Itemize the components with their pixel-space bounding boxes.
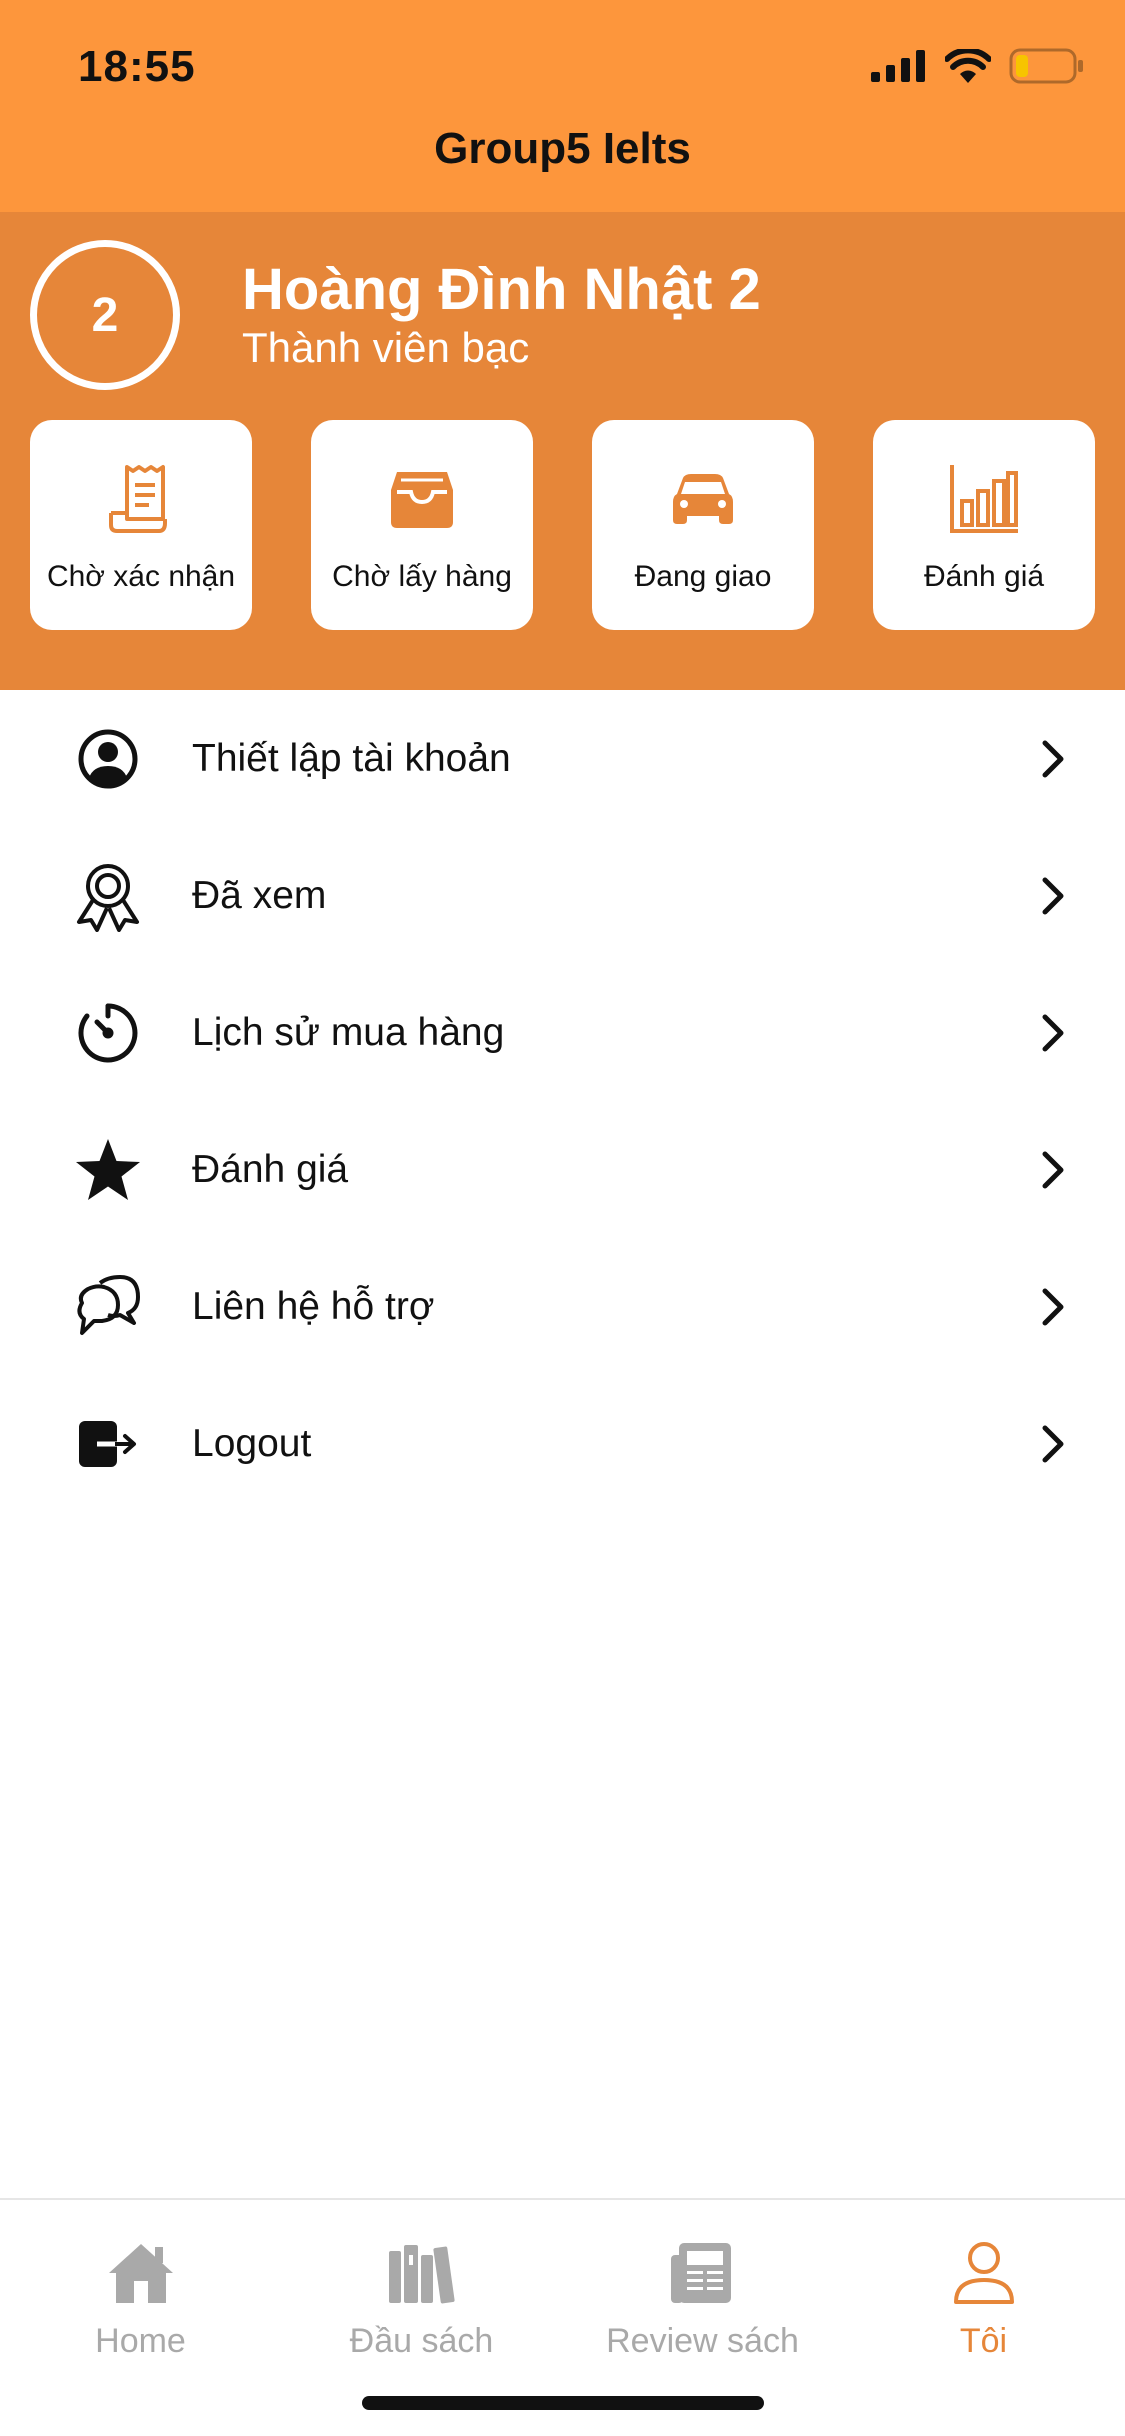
tab-home[interactable]: Home [0, 2200, 281, 2390]
car-icon [671, 462, 735, 536]
menu-item-viewed[interactable]: Đã xem [0, 827, 1125, 964]
chat-bubbles-icon [72, 1271, 144, 1343]
newspaper-icon [669, 2238, 737, 2308]
order-card-label: Chờ lấy hàng [332, 560, 512, 593]
home-indicator[interactable] [362, 2396, 764, 2410]
avatar[interactable]: 2 [30, 240, 180, 390]
wifi-icon [945, 49, 991, 83]
menu-item-account-settings[interactable]: Thiết lập tài khoản [0, 690, 1125, 827]
menu-item-label: Logout [192, 1421, 312, 1465]
top-bar: 18:55 Group5 Ielts [0, 0, 1125, 212]
menu-item-label: Đã xem [192, 873, 327, 917]
bar-chart-icon [948, 462, 1020, 536]
award-badge-icon [72, 860, 144, 932]
profile-band: 2 Hoàng Đình Nhật 2 Thành viên bạc Chờ x… [0, 212, 1125, 690]
inbox-tray-icon [387, 462, 457, 536]
tab-label: Tôi [959, 2322, 1008, 2360]
battery-icon [1009, 48, 1083, 84]
menu-item-reviews[interactable]: Đánh giá [0, 1101, 1125, 1238]
menu-item-logout[interactable]: Logout [0, 1375, 1125, 1512]
tab-book-reviews[interactable]: Review sách [562, 2200, 843, 2390]
menu-item-label: Đánh giá [192, 1147, 349, 1191]
profile-screen: 18:55 Group5 Ielts 2 Hoàng Đình Nhật 2 T… [0, 0, 1125, 2436]
order-status-cards: Chờ xác nhận Chờ lấy hàng Đang giao Đánh… [30, 420, 1095, 630]
user-circle-icon [72, 723, 144, 795]
order-card-awaiting-confirmation[interactable]: Chờ xác nhận [30, 420, 252, 630]
menu-item-label: Thiết lập tài khoản [192, 736, 511, 780]
home-icon [106, 2238, 176, 2308]
menu-item-label: Lịch sử mua hàng [192, 1010, 505, 1054]
menu-item-contact-support[interactable]: Liên hệ hỗ trợ [0, 1238, 1125, 1375]
chevron-right-icon [1033, 874, 1073, 918]
logout-icon [72, 1408, 144, 1480]
books-icon [387, 2238, 457, 2308]
tab-label: Review sách [606, 2322, 799, 2360]
chevron-right-icon [1033, 1148, 1073, 1192]
membership-tier: Thành viên bạc [242, 324, 530, 371]
tab-label: Đầu sách [349, 2322, 494, 2360]
person-icon [952, 2238, 1016, 2308]
user-name: Hoàng Đình Nhật 2 [242, 257, 761, 322]
star-icon [72, 1134, 144, 1206]
tab-books[interactable]: Đầu sách [281, 2200, 562, 2390]
status-icons [871, 48, 1085, 84]
order-card-delivering[interactable]: Đang giao [592, 420, 814, 630]
order-card-label: Đánh giá [923, 560, 1045, 593]
settings-menu: Thiết lập tài khoản Đã xem Lịch sử mua h… [0, 690, 1125, 1512]
order-card-label: Đang giao [634, 560, 772, 593]
chevron-right-icon [1033, 1285, 1073, 1329]
menu-item-label: Liên hệ hỗ trợ [192, 1284, 435, 1328]
chevron-right-icon [1033, 1011, 1073, 1055]
chevron-right-icon [1033, 1422, 1073, 1466]
order-card-review[interactable]: Đánh giá [873, 420, 1095, 630]
receipt-icon [105, 462, 177, 536]
chevron-right-icon [1033, 737, 1073, 781]
cellular-signal-icon [871, 50, 925, 82]
tab-me[interactable]: Tôi [843, 2200, 1124, 2390]
tab-label: Home [95, 2322, 186, 2360]
menu-item-purchase-history[interactable]: Lịch sử mua hàng [0, 964, 1125, 1101]
order-card-label: Chờ xác nhận [46, 560, 236, 593]
status-time: 18:55 [78, 42, 196, 91]
timer-icon [72, 997, 144, 1069]
order-card-awaiting-pickup[interactable]: Chờ lấy hàng [311, 420, 533, 630]
app-title: Group5 Ielts [434, 124, 691, 173]
